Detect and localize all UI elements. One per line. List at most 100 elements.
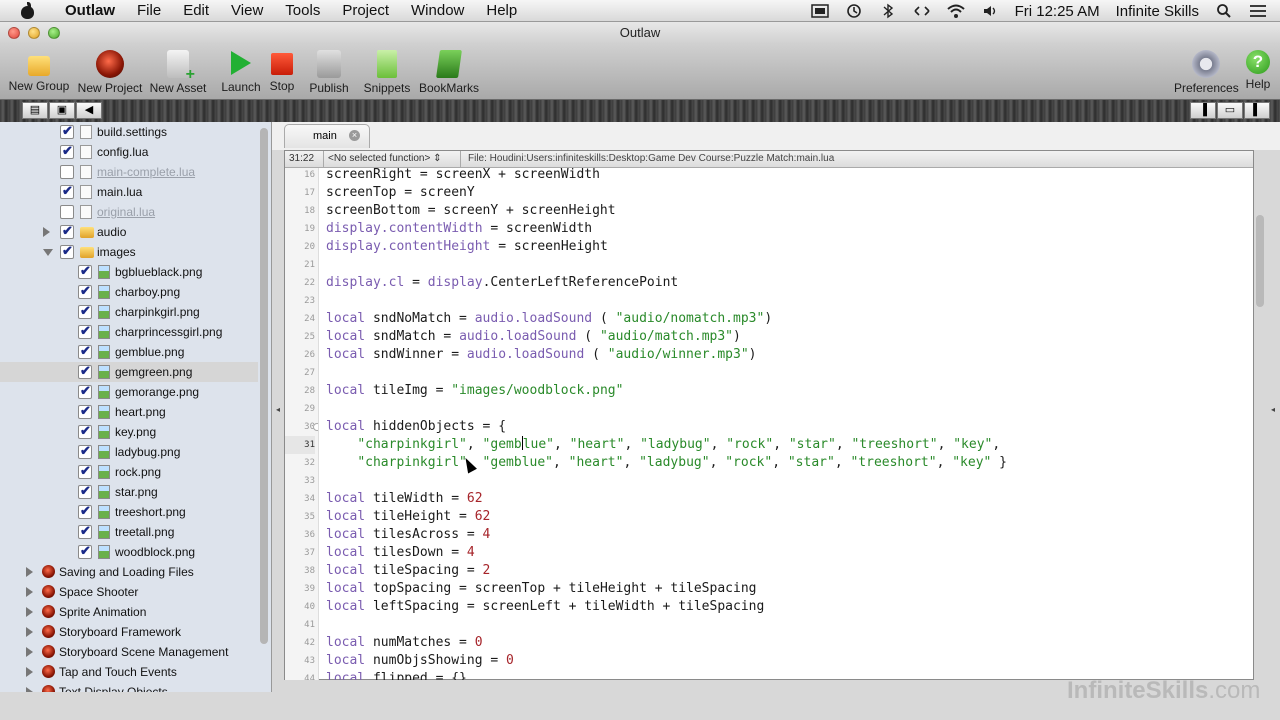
sidebar-resize-handle[interactable]: ◂ xyxy=(276,405,280,414)
code-line[interactable]: local sndMatch = audio.loadSound ( "audi… xyxy=(326,328,741,346)
code-line[interactable]: screenRight = screenX + screenWidth xyxy=(326,168,600,184)
code-line[interactable]: local tilesDown = 4 xyxy=(326,544,475,562)
file-item[interactable]: config.lua xyxy=(0,142,258,162)
function-selector[interactable]: <No selected function> ⇕ xyxy=(328,153,441,164)
include-checkbox[interactable] xyxy=(78,423,92,439)
include-checkbox[interactable] xyxy=(78,383,92,399)
menu-help[interactable]: Help xyxy=(475,0,528,22)
file-item[interactable]: gemgreen.png xyxy=(0,362,258,382)
file-item[interactable]: build.settings xyxy=(0,122,258,142)
include-checkbox[interactable] xyxy=(78,543,92,559)
launch-button[interactable]: Launch xyxy=(219,48,263,94)
include-checkbox[interactable] xyxy=(78,403,92,419)
file-item[interactable]: original.lua xyxy=(0,202,258,222)
stop-button[interactable]: Stop xyxy=(266,48,298,93)
preferences-button[interactable]: Preferences xyxy=(1174,48,1239,95)
file-item[interactable]: charboy.png xyxy=(0,282,258,302)
include-checkbox[interactable] xyxy=(60,143,74,159)
code-line[interactable]: local numMatches = 0 xyxy=(326,634,483,652)
new-project-button[interactable]: New Project xyxy=(77,48,143,95)
file-item[interactable]: treeshort.png xyxy=(0,502,258,522)
code-line[interactable]: local leftSpacing = screenLeft + tileWid… xyxy=(326,598,764,616)
images-filter-icon[interactable]: ▣ xyxy=(49,102,75,119)
code-line[interactable]: "charpinkgirl", "gemblue", "heart", "lad… xyxy=(326,454,1007,472)
snippets-button[interactable]: Snippets xyxy=(363,48,411,95)
code-line[interactable]: display.cl = display.CenterLeftReference… xyxy=(326,274,678,292)
code-line[interactable]: local tileImg = "images/woodblock.png" xyxy=(326,382,623,400)
code-line[interactable]: local tilesAcross = 4 xyxy=(326,526,490,544)
include-checkbox[interactable] xyxy=(78,463,92,479)
project-item[interactable]: Tap and Touch Events xyxy=(0,662,258,682)
code-line[interactable]: local sndWinner = audio.loadSound ( "aud… xyxy=(326,346,757,364)
code-line[interactable]: local flipped = {} xyxy=(326,670,467,680)
code-line[interactable]: display.contentWidth = screenWidth xyxy=(326,220,592,238)
code-line[interactable]: local topSpacing = screenTop + tileHeigh… xyxy=(326,580,756,598)
file-item[interactable]: main.lua xyxy=(0,182,258,202)
disclosure-open-icon[interactable] xyxy=(43,249,53,256)
code-line[interactable]: local sndNoMatch = audio.loadSound ( "au… xyxy=(326,310,772,328)
project-item[interactable]: Saving and Loading Files xyxy=(0,562,258,582)
publish-button[interactable]: Publish xyxy=(307,48,351,95)
time-machine-icon[interactable] xyxy=(844,3,864,19)
file-item[interactable]: key.png xyxy=(0,422,258,442)
folder-item[interactable]: images xyxy=(0,242,258,262)
new-asset-button[interactable]: New Asset xyxy=(149,48,207,95)
code-text-area[interactable]: screenRight = screenX + screenWidth scree… xyxy=(319,168,1251,680)
include-checkbox[interactable] xyxy=(60,243,74,259)
disclosure-closed-icon[interactable] xyxy=(26,627,33,637)
new-group-button[interactable]: New Group xyxy=(8,48,70,93)
volume-icon[interactable] xyxy=(980,3,1000,19)
notification-center-icon[interactable] xyxy=(1248,3,1268,19)
code-line[interactable]: screenTop = screenY xyxy=(326,184,475,202)
disclosure-closed-icon[interactable] xyxy=(26,607,33,617)
include-checkbox[interactable] xyxy=(78,343,92,359)
file-item[interactable]: star.png xyxy=(0,482,258,502)
code-line[interactable]: local tileSpacing = 2 xyxy=(326,562,490,580)
include-checkbox[interactable] xyxy=(60,183,74,199)
disclosure-closed-icon[interactable] xyxy=(26,667,33,677)
menu-view[interactable]: View xyxy=(220,0,274,22)
editor-scrollbar[interactable] xyxy=(1256,215,1264,307)
include-checkbox[interactable] xyxy=(78,503,92,519)
spotlight-search-icon[interactable] xyxy=(1214,3,1234,19)
file-item[interactable]: woodblock.png xyxy=(0,542,258,562)
code-line[interactable]: local numObjsShowing = 0 xyxy=(326,652,514,670)
sounds-filter-icon[interactable]: ◀ xyxy=(76,102,102,119)
file-item[interactable]: rock.png xyxy=(0,462,258,482)
close-window-button[interactable] xyxy=(8,27,20,39)
project-item[interactable]: Storyboard Scene Management xyxy=(0,642,258,662)
menu-file[interactable]: File xyxy=(126,0,172,22)
file-item[interactable]: charprincessgirl.png xyxy=(0,322,258,342)
include-checkbox[interactable] xyxy=(60,205,74,219)
include-checkbox[interactable] xyxy=(78,323,92,339)
layout-right-icon[interactable]: ▌ xyxy=(1244,102,1270,119)
include-checkbox[interactable] xyxy=(78,263,92,279)
bookmarks-button[interactable]: BookMarks xyxy=(419,48,479,95)
screen-icon[interactable] xyxy=(810,3,830,19)
include-checkbox[interactable] xyxy=(78,283,92,299)
menu-edit[interactable]: Edit xyxy=(172,0,220,22)
sync-icon[interactable] xyxy=(912,3,932,19)
minimize-window-button[interactable] xyxy=(28,27,40,39)
file-item[interactable]: main-complete.lua xyxy=(0,162,258,182)
include-checkbox[interactable] xyxy=(78,363,92,379)
file-item[interactable]: bgblueblack.png xyxy=(0,262,258,282)
editor-resize-handle[interactable]: ◂ xyxy=(1271,405,1275,414)
include-checkbox[interactable] xyxy=(60,123,74,139)
bluetooth-icon[interactable] xyxy=(878,3,898,19)
zoom-window-button[interactable] xyxy=(48,27,60,39)
menubar-user[interactable]: Infinite Skills xyxy=(1108,3,1207,20)
documents-filter-icon[interactable]: ▤ xyxy=(22,102,48,119)
disclosure-closed-icon[interactable] xyxy=(26,587,33,597)
project-item[interactable]: Sprite Animation xyxy=(0,602,258,622)
code-line[interactable]: "charpinkgirl", "gemblue", "heart", "lad… xyxy=(326,436,1000,454)
code-line[interactable]: local hiddenObjects = { xyxy=(326,418,506,436)
disclosure-closed-icon[interactable] xyxy=(26,687,33,692)
disclosure-closed-icon[interactable] xyxy=(43,227,50,237)
include-checkbox[interactable] xyxy=(78,443,92,459)
file-item[interactable]: treetall.png xyxy=(0,522,258,542)
file-item[interactable]: charpinkgirl.png xyxy=(0,302,258,322)
include-checkbox[interactable] xyxy=(60,165,74,179)
include-checkbox[interactable] xyxy=(78,523,92,539)
include-checkbox[interactable] xyxy=(60,223,74,239)
